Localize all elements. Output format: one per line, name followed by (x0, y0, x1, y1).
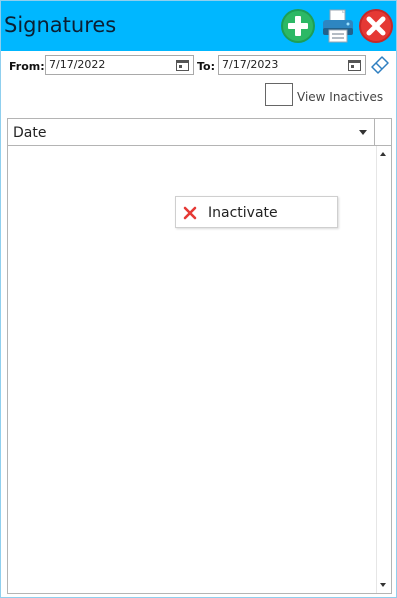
column-dropdown-icon[interactable] (359, 130, 367, 135)
view-inactives-label: View Inactives (297, 90, 384, 104)
x-icon (183, 206, 197, 220)
from-label: From: (9, 60, 45, 73)
column-header-date[interactable]: Date (8, 119, 375, 145)
calendar-icon[interactable] (348, 59, 361, 71)
scroll-up-icon[interactable] (380, 152, 386, 156)
context-menu-label: Inactivate (208, 205, 278, 221)
to-date-input[interactable] (222, 58, 332, 71)
grid-header: Date (8, 119, 391, 146)
window-title: Signatures (4, 13, 117, 37)
signatures-window: Signatures From: 7/17/2022 To: 7/17/2023… (0, 0, 397, 598)
scroll-down-icon[interactable] (380, 583, 386, 587)
column-header-label: Date (13, 125, 47, 141)
view-inactives-checkbox[interactable] (265, 83, 293, 106)
clear-filter-button[interactable] (370, 55, 390, 75)
to-label: To: (197, 60, 215, 73)
close-button[interactable] (358, 8, 394, 44)
title-bar: Signatures (1, 1, 396, 51)
print-button[interactable] (320, 8, 356, 44)
calendar-icon[interactable] (176, 59, 189, 71)
add-circle-icon (281, 9, 315, 43)
signatures-grid: Date (7, 118, 392, 594)
printer-icon (323, 9, 353, 43)
to-date-picker[interactable] (218, 55, 366, 75)
eraser-icon (371, 56, 389, 74)
vertical-scrollbar[interactable] (376, 146, 391, 593)
from-date-input[interactable] (49, 58, 159, 71)
context-menu-item-inactivate[interactable]: Inactivate (175, 196, 338, 228)
add-button[interactable] (280, 8, 316, 44)
from-date-picker[interactable] (45, 55, 194, 75)
close-circle-icon (359, 9, 393, 43)
